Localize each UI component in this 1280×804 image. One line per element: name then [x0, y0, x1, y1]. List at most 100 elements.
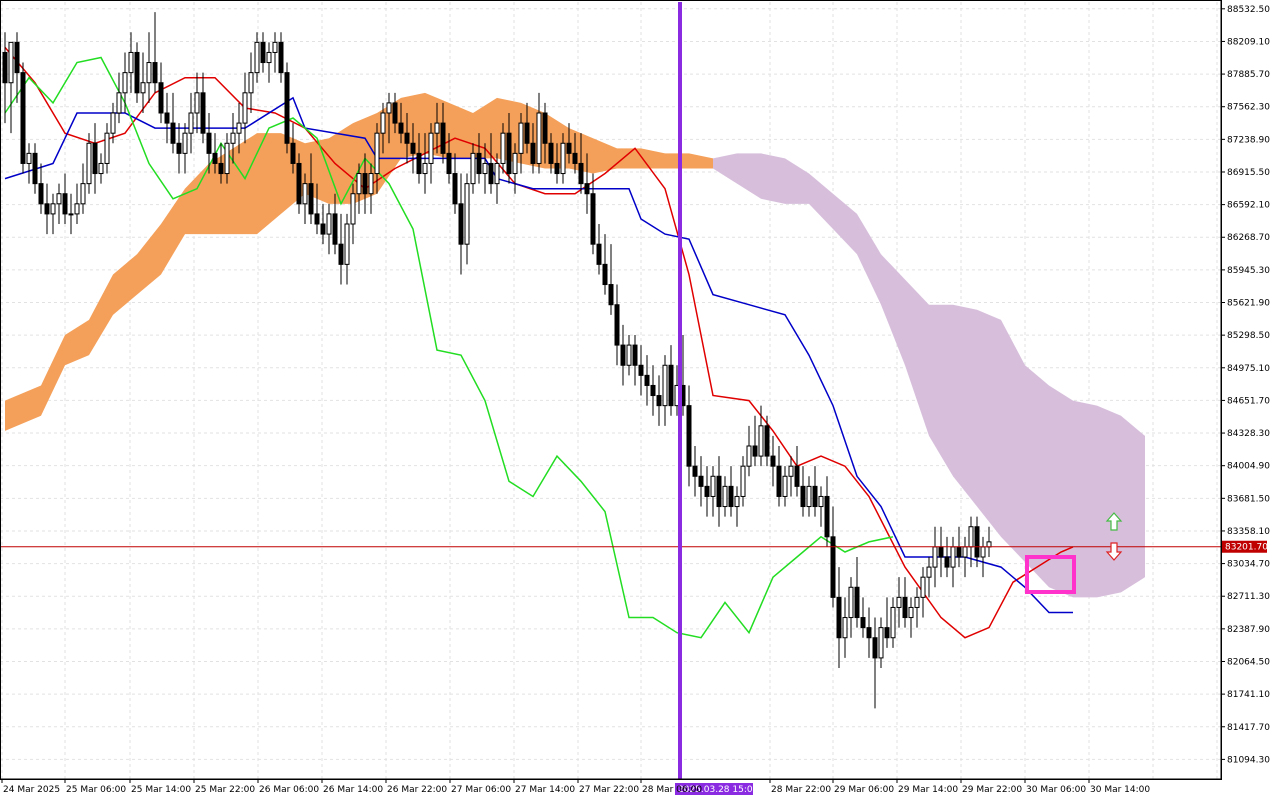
x-tick-label: 26 Mar 14:00 — [323, 785, 383, 795]
candle-bullish — [356, 173, 362, 195]
x-tick-label: 28 Mar 06:00 — [642, 785, 702, 795]
candle-bearish — [692, 465, 698, 477]
candle-bearish — [572, 152, 578, 164]
candle-bullish — [494, 162, 500, 185]
cloud-segment-bearish — [977, 309, 1001, 537]
candle-bullish — [788, 465, 794, 477]
candle-bearish — [404, 132, 410, 144]
y-tick-label: 84004.90 — [1227, 462, 1270, 472]
candle-bearish — [446, 152, 452, 175]
y-tick-label: 84651.70 — [1227, 396, 1270, 406]
candle-bullish — [428, 132, 434, 164]
y-tick-label: 86592.10 — [1227, 201, 1270, 211]
candle-bullish — [734, 495, 740, 508]
candle-bearish — [542, 112, 548, 144]
x-tick-label: 25 Mar 22:00 — [195, 785, 255, 795]
chart-canvas[interactable]: 83201.702025.03.28 15:00 88532.5088209.1… — [0, 0, 1280, 800]
y-tick-label: 86268.70 — [1227, 233, 1270, 243]
y-tick-label: 82064.50 — [1227, 657, 1270, 667]
candle-bearish — [476, 152, 482, 175]
y-tick-label: 88209.10 — [1227, 37, 1270, 47]
candle-bullish — [896, 596, 902, 608]
candle-bearish — [158, 82, 164, 114]
candle-bearish — [416, 152, 422, 175]
candle-bearish — [392, 102, 398, 124]
candle-bearish — [530, 142, 536, 164]
candle-bullish — [344, 223, 350, 265]
candle-bearish — [278, 41, 284, 74]
candle-bearish — [632, 344, 638, 366]
candle-bearish — [872, 637, 878, 659]
candle-bullish — [842, 617, 848, 639]
candle-bullish — [968, 526, 974, 548]
y-tick-label: 82387.90 — [1227, 625, 1270, 635]
candle-bullish — [8, 41, 14, 84]
candle-bearish — [830, 536, 836, 598]
x-tick-label: 26 Mar 06:00 — [259, 785, 319, 795]
candle-bearish — [704, 485, 710, 497]
candle-bearish — [212, 152, 218, 164]
candle-bullish — [920, 576, 926, 598]
candle-bearish — [410, 142, 416, 154]
candle-bearish — [440, 122, 446, 154]
candle-bearish — [800, 485, 806, 508]
candle-bearish — [620, 344, 626, 366]
candle-bullish — [272, 41, 278, 53]
candle-bullish — [224, 142, 230, 175]
candle-bullish — [740, 465, 746, 497]
cloud-segment-bearish — [761, 153, 785, 204]
candle-bearish — [506, 132, 512, 175]
candle-bullish — [140, 82, 146, 94]
candle-bullish — [242, 92, 248, 124]
candle-bearish — [770, 455, 776, 467]
y-tick-label: 83358.10 — [1227, 527, 1270, 537]
candle-bullish — [560, 142, 566, 175]
candle-bullish — [908, 606, 914, 619]
candle-bearish — [698, 475, 704, 487]
candle-bearish — [218, 162, 224, 175]
y-tick-label: 87238.90 — [1227, 135, 1270, 145]
x-tick-label: 25 Mar 06:00 — [66, 785, 126, 795]
candle-bullish — [302, 183, 308, 205]
cloud-segment-bearish — [1025, 365, 1049, 588]
candle-bearish — [938, 546, 944, 558]
y-tick-label: 87562.30 — [1227, 103, 1270, 113]
candle-bullish — [374, 132, 380, 175]
candle-bearish — [152, 62, 158, 84]
candle-bullish — [980, 546, 986, 558]
candle-bullish — [932, 546, 938, 568]
candle-bullish — [68, 213, 74, 216]
x-tick-label: 27 Mar 22:00 — [579, 785, 639, 795]
candle-bearish — [2, 51, 8, 84]
candle-bullish — [116, 92, 122, 114]
candle-bullish — [536, 112, 542, 164]
candle-bearish — [602, 263, 608, 286]
candle-bearish — [488, 162, 494, 185]
y-tick-label: 88532.50 — [1227, 5, 1270, 15]
candle-bullish — [326, 213, 332, 235]
candle-bearish — [578, 162, 584, 185]
candle-bullish — [386, 102, 392, 114]
candle-bearish — [260, 41, 266, 64]
candle-bearish — [860, 617, 866, 629]
candle-bullish — [950, 546, 956, 568]
candle-bearish — [614, 304, 620, 346]
x-tick-label: 26 Mar 22:00 — [387, 785, 447, 795]
candle-bullish — [662, 364, 668, 407]
candle-bullish — [710, 475, 716, 497]
x-tick-label: 28 Mar 22:00 — [771, 785, 831, 795]
candle-bearish — [458, 203, 464, 245]
candle-bullish — [848, 586, 854, 619]
candle-bullish — [104, 132, 110, 164]
cloud-segment-bearish — [1049, 385, 1073, 598]
x-tick-label: 29 Mar 22:00 — [962, 785, 1022, 795]
candle-bearish — [956, 546, 962, 558]
candle-bearish — [308, 183, 314, 215]
candle-bullish — [254, 41, 260, 74]
y-tick-label: 85298.50 — [1227, 331, 1270, 341]
candle-bearish — [206, 132, 212, 154]
y-tick-label: 85945.30 — [1227, 266, 1270, 276]
candle-bearish — [812, 485, 818, 508]
x-tick-label: 30 Mar 06:00 — [1026, 785, 1086, 795]
y-tick-label: 83034.70 — [1227, 560, 1270, 570]
